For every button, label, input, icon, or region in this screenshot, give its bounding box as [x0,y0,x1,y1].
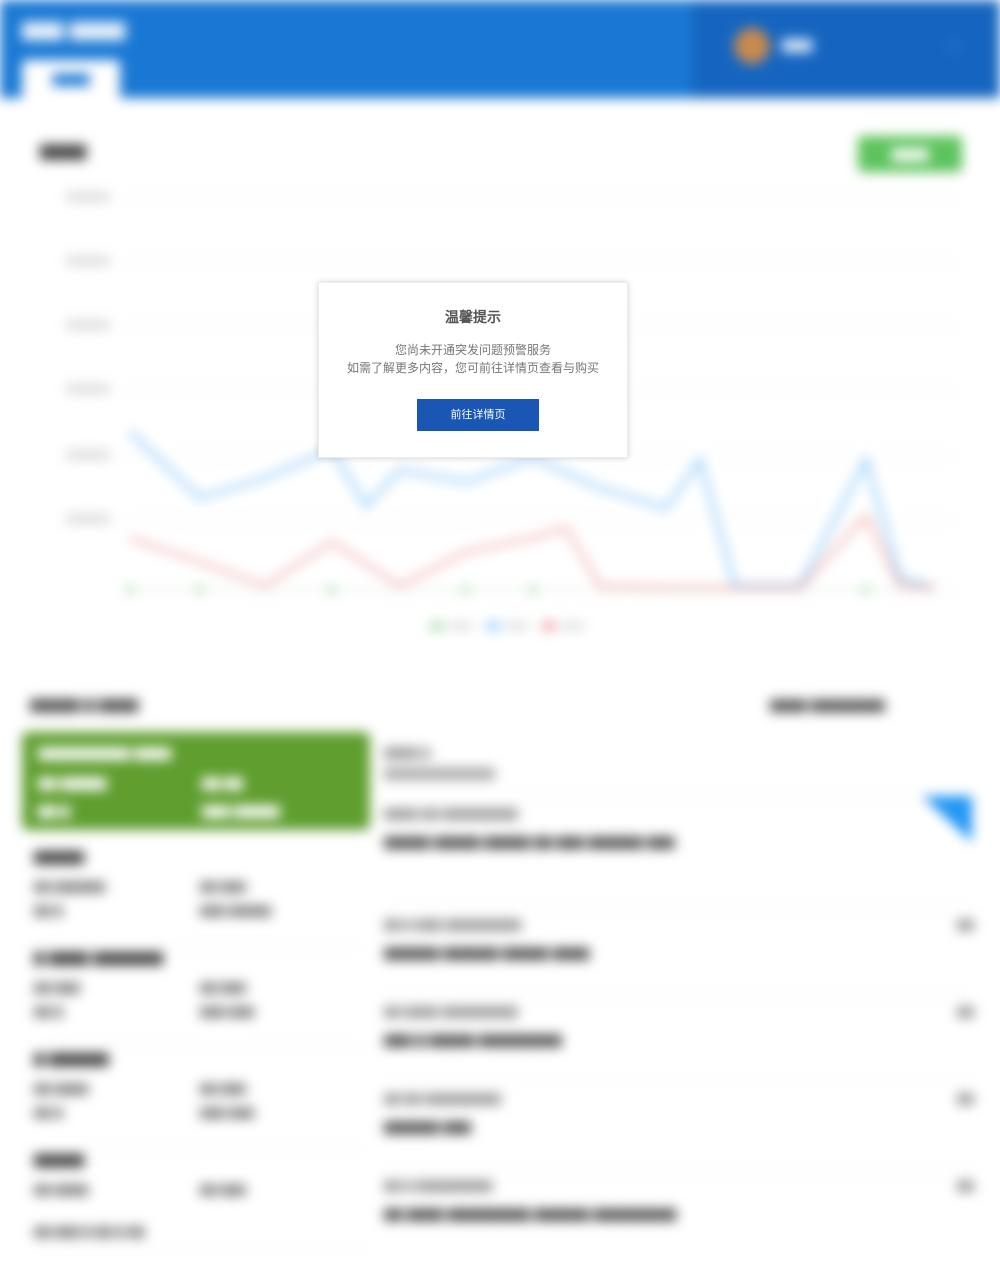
notice-modal: 温馨提示 您尚未开通突发问题预警服务 如需了解更多内容，您可前往详情页查看与购买… [318,282,628,458]
list-item[interactable]: ▇▇▇▇ ▇ ▇▇▇▇▇▇▇▇▇▇▇▇ [384,736,974,797]
modal-title: 温馨提示 [445,310,501,326]
right-list: ▇▇▇▇ ▇ ▇▇▇▇▇▇▇▇▇▇▇▇ ▇▇▇▇ ▇▇ ▇▇▇▇▇▇▇▇▇ ▇▇… [384,736,974,1255]
go-to-details-button[interactable]: 前往详情页 [417,399,539,431]
list-item[interactable]: ▇▇▇▇ ▇▇ ▇▇▇▇▇▇▇▇▇ ▇▇▇▇▇ ▇▇▇▇▇ ▇▇▇▇▇ ▇▇ ▇… [384,797,974,908]
list-item[interactable]: ▇▇ ▇▇ ▇▇▇▇▇▇▇▇▇ ▇▇▇▇▇▇ ▇▇▇ ▇▇ [384,1082,974,1169]
left-list: ▇▇▇▇▇ ▇▇ ▇▇▇▇▇▇ ▇▇ ▇▇▇ ▇▇ ▇ ▇▇▇ ▇▇▇▇▇ ▇ … [34,846,364,1250]
list-item[interactable]: ▇ ▇▇▇▇ ▇▇▇▇▇▇▇ ▇▇ ▇▇▇ ▇▇ ▇▇▇ ▇▇ ▇ ▇▇▇ ▇▇… [34,947,364,1048]
modal-message-line1: 您尚未开通突发问题预警服务 [394,343,551,357]
modal-message-line2: 如需了解更多内容，您可前往详情页查看与购买 [346,361,599,375]
list-item[interactable]: ▇▇ ▇ ▇▇▇ ▇▇▇▇▇▇▇▇▇ ▇▇▇▇▇▇ ▇▇▇▇▇▇ ▇▇▇▇▇ ▇… [384,908,974,995]
list-item[interactable]: ▇▇ ▇ ▇▇▇▇▇▇▇▇▇ ▇▇ ▇▇▇▇ ▇▇▇▇▇▇▇▇▇ ▇▇▇▇▇▇ … [384,1169,974,1255]
list-item[interactable]: ▇▇ ▇▇▇▇ ▇▇▇▇▇▇▇▇▇ ▇▇▇ ▇ ▇▇▇▇▇ ▇▇▇▇▇▇▇▇▇ … [384,995,974,1082]
list-item[interactable]: ▇▇▇▇▇ ▇▇ ▇▇▇▇▇▇ ▇▇ ▇▇▇ ▇▇ ▇ ▇▇▇ ▇▇▇▇▇ [34,846,364,947]
lower-section-title: ▇▇▇▇▇ ▇ ▇▇▇▇ [30,698,139,713]
corner-badge [922,796,972,842]
list-item[interactable]: ▇▇▇▇▇ ▇▇ ▇▇▇▇ ▇▇ ▇▇▇ ▇▇ ▇▇▇ ▇ ▇▇ ▇ ▇▇ [34,1149,364,1250]
blurred-background: ▇▇▇ ▇▇▇▇ ▇▇▇▇ ▇▇▇ ⌄ ▇▇▇▇ ▇▇▇▇ ▇▇▇▇▇ ▇ ▇▇… [0,0,1000,1274]
lower-section-meta: ▇▇▇▇ ▇▇▇▇▇▇▇▇ [770,698,885,712]
highlight-card[interactable]: ▇▇▇▇▇▇▇▇▇▇ ▇▇▇▇ ▇▇ ▇▇▇▇▇ ▇▇ ▇▇ ▇▇ ▇ ▇▇▇ … [22,732,370,830]
list-item[interactable]: ▇ ▇▇▇▇▇▇ ▇▇ ▇▇▇▇ ▇▇ ▇▇▇ ▇▇ ▇ ▇▇▇ ▇▇▇ [34,1048,364,1149]
